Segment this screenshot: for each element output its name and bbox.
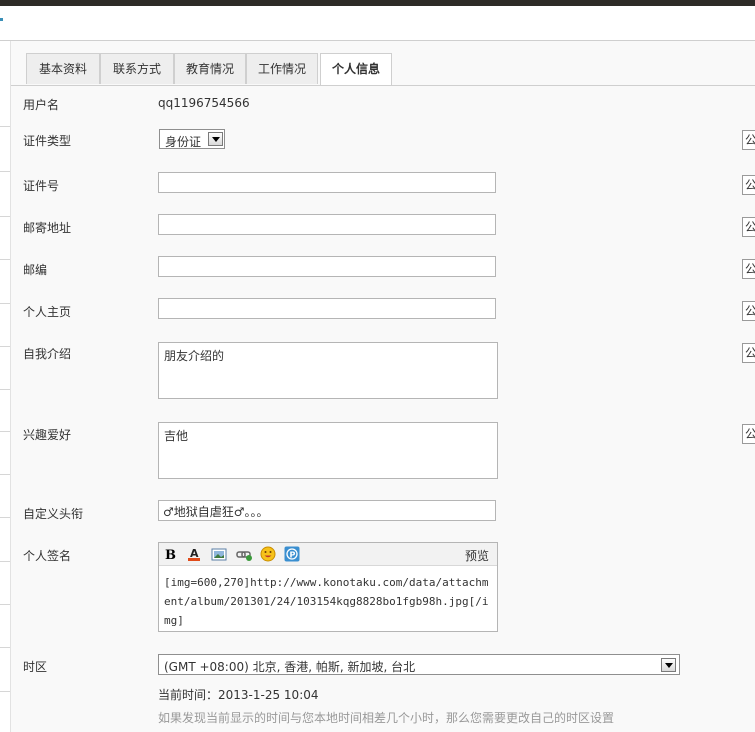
privacy-select[interactable]: 公 bbox=[742, 217, 755, 237]
homepage-input[interactable] bbox=[158, 298, 496, 319]
sidebar-divider bbox=[0, 691, 10, 692]
editor-toolbar: B A P 预览 bbox=[159, 543, 497, 566]
privacy-select[interactable]: 公 bbox=[742, 175, 755, 195]
sidebar-divider bbox=[0, 561, 10, 562]
id-type-select[interactable]: 身份证 bbox=[159, 129, 225, 149]
link-icon[interactable] bbox=[236, 546, 252, 562]
username-label: 用户名 bbox=[23, 98, 60, 112]
privacy-select[interactable]: 公 bbox=[742, 301, 755, 321]
svg-text:B: B bbox=[165, 548, 176, 562]
id-number-label: 证件号 bbox=[23, 179, 60, 193]
address-input[interactable] bbox=[158, 214, 496, 235]
sidebar-divider bbox=[0, 346, 10, 347]
privacy-select[interactable]: 公 bbox=[742, 259, 755, 279]
timezone-selected: (GMT +08:00) 北京, 香港, 帕斯, 新加坡, 台北 bbox=[164, 660, 416, 674]
signature-editor: B A P 预览 [img=600,270]http://www.konotak… bbox=[158, 542, 498, 632]
sidebar-divider bbox=[0, 216, 10, 217]
custom-title-input[interactable]: ♂地狱自虐狂♂。。。 bbox=[158, 500, 496, 521]
sidebar-divider bbox=[0, 259, 10, 260]
image-icon[interactable] bbox=[211, 546, 227, 562]
bio-label: 自我介绍 bbox=[23, 347, 72, 361]
privacy-select[interactable]: 公 bbox=[742, 130, 755, 150]
sidebar-divider bbox=[0, 517, 10, 518]
bold-icon[interactable]: B bbox=[162, 546, 178, 562]
id-type-label: 证件类型 bbox=[23, 134, 72, 148]
zipcode-label: 邮编 bbox=[23, 263, 48, 277]
address-label: 邮寄地址 bbox=[23, 221, 72, 235]
interests-textarea[interactable]: 吉他 bbox=[158, 422, 498, 479]
privacy-select[interactable]: 公 bbox=[742, 343, 755, 363]
font-color-icon[interactable]: A bbox=[186, 546, 202, 562]
signature-textarea[interactable]: [img=600,270]http://www.konotaku.com/dat… bbox=[164, 573, 494, 630]
left-sidebar-edge bbox=[0, 41, 11, 732]
header-accent bbox=[0, 18, 3, 21]
sidebar-divider bbox=[0, 171, 10, 172]
svg-text:P: P bbox=[290, 551, 296, 560]
sidebar-divider bbox=[0, 604, 10, 605]
timezone-select[interactable]: (GMT +08:00) 北京, 香港, 帕斯, 新加坡, 台北 bbox=[158, 654, 680, 675]
signature-label: 个人签名 bbox=[23, 549, 72, 563]
p-icon[interactable]: P bbox=[284, 546, 300, 562]
chevron-down-icon bbox=[208, 132, 223, 146]
privacy-select[interactable]: 公 bbox=[742, 424, 755, 444]
sidebar-divider bbox=[0, 389, 10, 390]
username-value: qq1196754566 bbox=[158, 96, 250, 110]
preview-button[interactable]: 预览 bbox=[465, 547, 489, 564]
smiley-icon[interactable] bbox=[260, 546, 276, 562]
sidebar-divider bbox=[0, 474, 10, 475]
timezone-hint: 如果发现当前显示的时间与您本地时间相差几个小时，那么您需要更改自己的时区设置 bbox=[158, 711, 615, 725]
bio-textarea[interactable]: 朋友介绍的 bbox=[158, 342, 498, 399]
interests-label: 兴趣爱好 bbox=[23, 428, 72, 442]
sidebar-divider bbox=[0, 303, 10, 304]
chevron-down-icon bbox=[661, 658, 676, 672]
homepage-label: 个人主页 bbox=[23, 305, 72, 319]
sidebar-divider bbox=[0, 126, 10, 127]
sidebar-divider bbox=[0, 647, 10, 648]
current-time: 当前时间：2013-1-25 10:04 bbox=[158, 688, 319, 702]
zipcode-input[interactable] bbox=[158, 256, 496, 277]
sidebar-divider bbox=[0, 431, 10, 432]
custom-title-label: 自定义头衔 bbox=[23, 507, 84, 521]
id-type-selected: 身份证 bbox=[165, 135, 202, 149]
timezone-label: 时区 bbox=[23, 660, 48, 674]
id-number-input[interactable] bbox=[158, 172, 496, 193]
